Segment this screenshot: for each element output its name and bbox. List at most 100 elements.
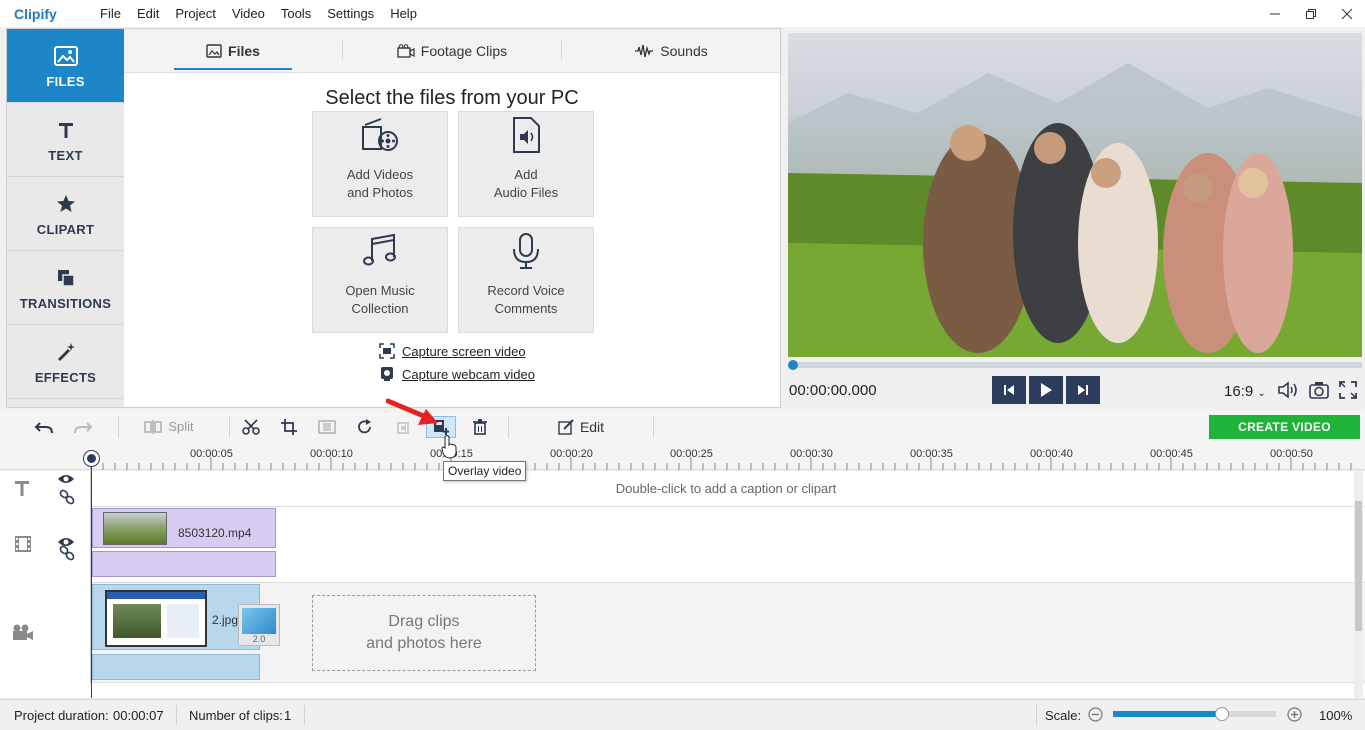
film-reel-icon — [361, 117, 399, 158]
caption-track[interactable]: Double-click to add a caption or clipart — [0, 471, 1365, 507]
zoom-in-icon[interactable] — [1287, 707, 1302, 725]
menu-settings[interactable]: Settings — [319, 0, 382, 27]
transition-block[interactable]: 2.0 — [238, 604, 280, 646]
menu-file[interactable]: File — [92, 0, 129, 27]
aspect-ratio-dropdown[interactable]: 16:9 ⌄ — [1224, 383, 1266, 400]
crop-icon — [281, 418, 297, 435]
nav-text[interactable]: TEXT — [7, 103, 124, 177]
overlay-clip[interactable]: 8503120.mp4 — [92, 508, 276, 548]
ruler-label: 00:00:10 — [310, 448, 353, 460]
timeline-tracks: Double-click to add a caption or clipart… — [0, 471, 1365, 698]
split-button[interactable]: Split — [119, 410, 219, 443]
nav-clipart-label: CLIPART — [36, 221, 95, 237]
nav-transitions[interactable]: TRANSITIONS — [7, 251, 124, 325]
scrollbar-thumb[interactable] — [1355, 501, 1362, 631]
record-voice-line2: Comments — [494, 301, 558, 316]
skip-forward-button[interactable] — [1066, 376, 1100, 404]
audio-file-icon — [511, 117, 541, 158]
track-link-icon[interactable] — [59, 545, 75, 564]
fullscreen-icon[interactable] — [1338, 380, 1358, 403]
crop-button[interactable] — [270, 410, 308, 443]
tab-sounds[interactable]: Sounds — [562, 29, 780, 72]
scissors-icon — [242, 418, 260, 435]
add-audio-files-button[interactable]: Add Audio Files — [458, 111, 594, 217]
open-music-collection-button[interactable]: Open Music Collection — [312, 227, 448, 333]
track-link-icon[interactable] — [59, 489, 75, 508]
create-video-button[interactable]: CREATE VIDEO — [1209, 415, 1360, 439]
capture-screen-link[interactable]: Capture screen video — [379, 343, 526, 359]
add-videos-line1: Add Videos — [346, 167, 414, 182]
scale-slider[interactable] — [1113, 707, 1276, 721]
timeline-ruler[interactable]: 00:00:05 00:00:10 00:00:15 00:00:20 00:0… — [0, 443, 1365, 470]
playhead-handle[interactable] — [84, 451, 99, 466]
restore-icon[interactable] — [1293, 0, 1329, 27]
transition-duration: 2.0 — [252, 634, 266, 644]
video-preview[interactable] — [788, 33, 1362, 357]
ruler-label: 00:00:25 — [670, 448, 713, 460]
menu-edit[interactable]: Edit — [129, 0, 167, 27]
files-area: Select the files from your PC Add Videos… — [124, 73, 780, 407]
fit-button[interactable] — [308, 410, 346, 443]
app-logo: Clipify — [14, 5, 57, 22]
timeline-toolbar: Split Edit CREATE VIDEO — [0, 410, 1365, 443]
drag-clips-dropzone[interactable]: Drag clips and photos here — [312, 595, 536, 671]
tab-sounds-label: Sounds — [660, 42, 708, 59]
menu-help[interactable]: Help — [382, 0, 425, 27]
capture-webcam-label: Capture webcam video — [402, 366, 535, 382]
menu-video[interactable]: Video — [224, 0, 273, 27]
nav-effects[interactable]: EFFECTS — [7, 325, 124, 399]
nav-files[interactable]: FILES — [7, 29, 124, 103]
playhead-line — [91, 466, 92, 698]
snapshot-camera-icon[interactable] — [1308, 380, 1330, 403]
text-icon — [53, 117, 79, 143]
record-voice-comments-button[interactable]: Record Voice Comments — [458, 227, 594, 333]
side-navigation: FILES TEXT CLIPART TRANSITIONS EFFECTS — [7, 29, 124, 407]
nav-text-label: TEXT — [48, 147, 83, 163]
status-bar: Project duration: 00:00:07 Number of cli… — [0, 699, 1365, 730]
volume-icon[interactable] — [1277, 380, 1299, 403]
microphone-icon — [509, 233, 543, 274]
main-clip[interactable]: 2.jpg — [92, 584, 260, 650]
skip-back-button[interactable] — [992, 376, 1026, 404]
overlay-clip-audio[interactable] — [92, 551, 276, 577]
caption-track-header — [0, 471, 91, 507]
preview-progress-bar[interactable] — [788, 360, 1362, 370]
nav-clipart[interactable]: CLIPART — [7, 177, 124, 251]
main-clip-name: 2.jpg — [212, 613, 239, 627]
record-voice-line1: Record Voice — [487, 283, 565, 298]
menu-bar: Clipify File Edit Project Video Tools Se… — [0, 0, 1365, 27]
rotate-button[interactable] — [346, 410, 384, 443]
tab-files-label: Files — [228, 42, 260, 59]
progress-knob[interactable] — [788, 360, 798, 370]
timeline-vertical-scrollbar[interactable] — [1354, 471, 1363, 698]
delete-button[interactable] — [460, 410, 500, 443]
redo-button[interactable] — [66, 410, 100, 443]
transitions-icon — [53, 265, 79, 291]
star-icon — [53, 191, 79, 217]
capture-webcam-link[interactable]: Capture webcam video — [379, 366, 535, 382]
preview-timecode: 00:00:00.000 — [789, 382, 877, 399]
track-visibility-eye-icon[interactable] — [57, 473, 75, 488]
edit-button[interactable]: Edit — [509, 410, 653, 443]
zoom-out-icon[interactable] — [1088, 707, 1103, 725]
menu-tools[interactable]: Tools — [273, 0, 319, 27]
cut-button[interactable] — [232, 410, 270, 443]
tab-files[interactable]: Files — [124, 29, 342, 72]
tab-footage-clips[interactable]: Footage Clips — [343, 29, 561, 72]
menu-project[interactable]: Project — [167, 0, 223, 27]
open-music-line2: Collection — [351, 301, 409, 316]
undo-button[interactable] — [22, 410, 66, 443]
chevron-down-icon: ⌄ — [1257, 388, 1266, 399]
edit-pencil-icon — [558, 418, 574, 435]
skip-back-icon — [1004, 385, 1014, 395]
overlay-clip-thumbnail — [103, 512, 167, 545]
add-videos-photos-button[interactable]: Add Videos and Photos — [312, 111, 448, 217]
minimize-icon[interactable] — [1257, 0, 1293, 27]
scale-slider-knob[interactable] — [1215, 707, 1230, 721]
play-button[interactable] — [1029, 376, 1063, 404]
rotate-icon — [358, 418, 371, 433]
close-icon[interactable] — [1329, 0, 1365, 27]
aspect-ratio-value: 16:9 — [1224, 383, 1254, 400]
main-clip-audio[interactable] — [92, 654, 260, 680]
main-clip-thumbnail — [105, 590, 207, 647]
